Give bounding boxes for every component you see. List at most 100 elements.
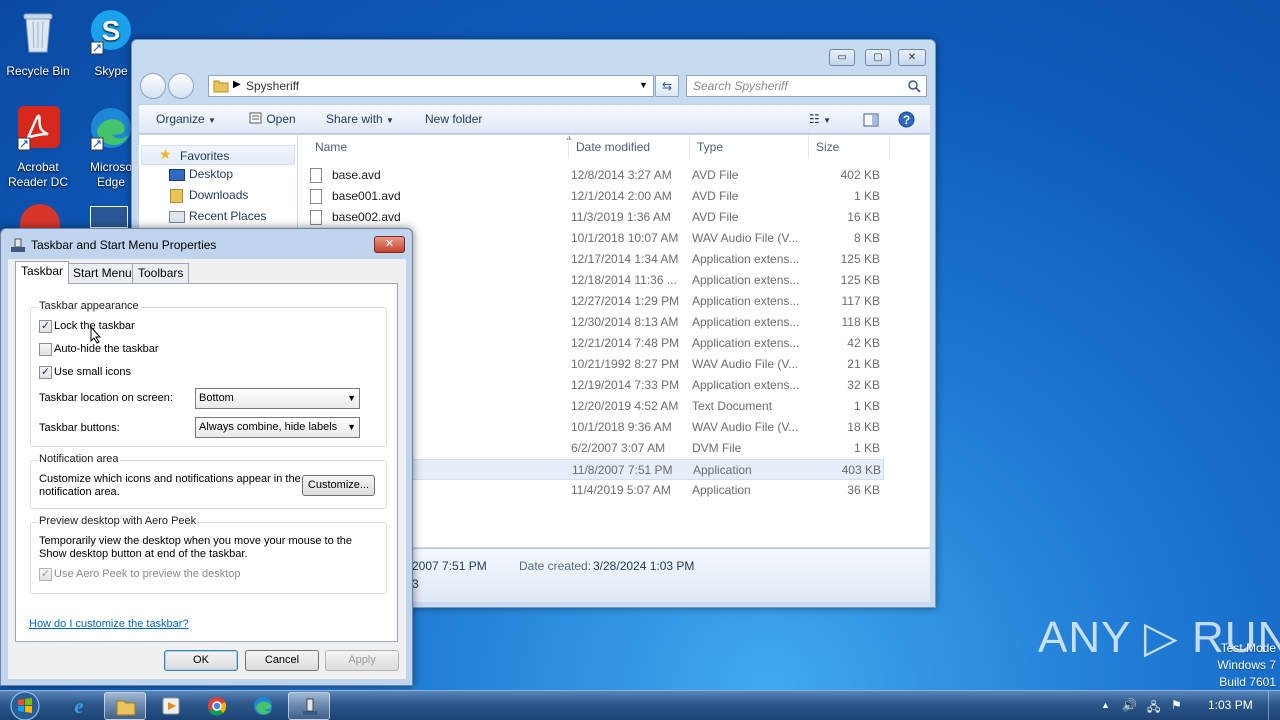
taskbar-location-select[interactable]: Bottom ▼ <box>195 388 360 409</box>
file-type: AVD File <box>692 210 739 224</box>
search-icon[interactable] <box>908 80 921 93</box>
desktop-icon-label: Acrobat <box>17 160 59 174</box>
apply-button[interactable]: Apply <box>325 650 399 671</box>
organize-button[interactable]: Organize ▼ <box>156 112 216 126</box>
internet-explorer-icon: e <box>75 696 84 718</box>
watermark-line: Windows 7 <box>1217 658 1276 672</box>
table-row[interactable]: base002.avd 11/3/2019 1:36 AM AVD File 16 K… <box>298 207 884 228</box>
navigation-pane: ★ Favorites Desktop Downloads Recent Pla… <box>139 135 297 230</box>
dialog-close-button[interactable]: ✕ <box>374 236 405 253</box>
customize-button[interactable]: Customize... <box>302 475 375 496</box>
help-link[interactable]: How do I customize the taskbar? <box>29 618 189 630</box>
media-player-icon <box>162 697 180 715</box>
auto-hide-checkbox[interactable] <box>39 343 52 356</box>
tab-taskbar[interactable]: Taskbar <box>15 261 70 284</box>
file-size: 21 KB <box>847 357 880 371</box>
network-icon[interactable]: 🖧 <box>1147 698 1160 719</box>
tab-toolbars[interactable]: Toolbars <box>132 263 190 283</box>
taskbar-windows-explorer[interactable] <box>104 692 146 720</box>
small-icons-label: Use small icons <box>54 366 132 378</box>
aero-peek-description-line2: Show desktop button at end of the taskba… <box>39 548 248 560</box>
volume-icon[interactable]: 🔊 <box>1122 698 1137 712</box>
lock-taskbar-checkbox[interactable]: ✓ <box>39 320 52 333</box>
svg-text:?: ? <box>903 113 910 127</box>
show-hidden-icons-icon[interactable]: ▲ <box>1101 700 1110 710</box>
breadcrumb[interactable]: Spysheriff <box>246 79 299 93</box>
taskbar-media-player[interactable] <box>150 692 192 720</box>
chrome-icon <box>208 697 227 716</box>
action-center-flag-icon[interactable]: ⚑ <box>1171 698 1182 712</box>
table-row[interactable]: base001.avd 12/1/2014 2:00 AM AVD File 1 KB <box>298 186 884 207</box>
notification-description-line2: notification area. <box>39 486 120 498</box>
star-icon: ★ <box>159 146 172 162</box>
column-header-name[interactable]: Name <box>309 135 569 159</box>
back-button[interactable] <box>140 73 166 99</box>
file-type: Application <box>692 483 751 497</box>
file-name: base.avd <box>332 168 381 182</box>
open-button[interactable]: Open <box>249 112 296 126</box>
watermark-line: Test Mode <box>1220 641 1276 655</box>
file-type: Application extens... <box>692 378 800 392</box>
taskbar-taskbar-properties[interactable] <box>288 692 330 720</box>
acrobat-icon <box>17 106 60 151</box>
search-input[interactable]: Search Spysheriff <box>693 79 788 93</box>
file-size: 1 KB <box>853 399 880 413</box>
forward-button[interactable] <box>168 73 194 99</box>
refresh-icon: ⇆ <box>661 79 673 93</box>
clock[interactable]: 1:03 PM <box>1208 698 1253 712</box>
taskbar-buttons-select[interactable]: Always combine, hide labels ▼ <box>195 417 360 438</box>
aero-peek-checkbox[interactable]: ✓ <box>39 568 52 581</box>
desktop-icon-recycle-bin[interactable]: Recycle Bin <box>0 8 76 79</box>
file-date: 12/19/2014 7:33 PM <box>571 378 680 392</box>
address-dropdown-icon[interactable]: ▼ <box>639 80 648 90</box>
chevron-down-icon: ▼ <box>347 422 356 432</box>
column-header-date-modified[interactable]: Date modified <box>570 135 690 159</box>
file-type: Application <box>693 463 752 477</box>
cancel-button[interactable]: Cancel <box>245 650 319 671</box>
folder-icon <box>213 80 229 93</box>
chrome-desktop-icon-partial[interactable] <box>20 204 60 228</box>
taskbar-chrome[interactable] <box>196 692 238 720</box>
taskbar-properties-dialog: Taskbar and Start Menu Properties ✕ Task… <box>0 228 413 686</box>
close-button[interactable]: ✕ <box>898 49 926 66</box>
desktop-icon-acrobat[interactable]: Acrobat Reader DC <box>0 104 76 190</box>
show-desktop-button[interactable] <box>1268 691 1280 720</box>
help-icon[interactable]: ? <box>898 111 915 128</box>
taskbar-edge[interactable] <box>242 692 284 720</box>
chevron-down-icon: ▼ <box>823 116 832 125</box>
column-header-type[interactable]: Type <box>691 135 809 159</box>
select-value: Bottom <box>199 392 234 404</box>
taskbar-internet-explorer[interactable]: e <box>58 692 100 720</box>
new-folder-button[interactable]: New folder <box>425 112 482 126</box>
column-header-size[interactable]: Size <box>810 135 890 159</box>
details-partial-value: 3 <box>412 577 419 591</box>
minimize-button[interactable]: ▭ <box>829 49 855 66</box>
search-box[interactable]: Search Spysheriff <box>686 75 927 97</box>
close-icon: ✕ <box>907 52 917 63</box>
file-date: 12/27/2014 1:29 PM <box>571 294 680 308</box>
details-modified-value: 2007 7:51 PM <box>412 559 487 573</box>
details-created-value: 3/28/2024 1:03 PM <box>593 559 695 573</box>
word-desktop-icon-partial[interactable] <box>90 206 128 228</box>
view-options-button[interactable]: ☷ ▼ <box>809 112 831 126</box>
address-bar[interactable]: ▶ Spysheriff ▼ <box>208 75 654 97</box>
nav-item-label: Desktop <box>189 167 234 181</box>
table-row[interactable]: base.avd 12/8/2014 3:27 AM AVD File 402 KB <box>298 165 884 186</box>
taskbar-properties-icon <box>11 238 25 252</box>
file-type: DVM File <box>692 441 742 455</box>
maximize-icon: ▢ <box>873 52 883 63</box>
group-title: Preview desktop with Aero Peek <box>38 515 198 527</box>
share-with-button[interactable]: Share with ▼ <box>326 112 394 126</box>
ok-button[interactable]: OK <box>164 650 238 671</box>
refresh-button[interactable]: ⇆ <box>655 75 679 97</box>
file-date: 12/30/2014 8:13 AM <box>571 315 679 329</box>
tab-start-menu[interactable]: Start Menu <box>67 263 138 283</box>
folder-icon <box>116 700 136 716</box>
maximize-button[interactable]: ▢ <box>865 49 891 66</box>
preview-pane-icon[interactable] <box>863 113 879 127</box>
svg-text:S: S <box>102 15 121 46</box>
file-size: 18 KB <box>847 420 880 434</box>
start-button[interactable] <box>4 691 46 720</box>
small-icons-checkbox[interactable]: ✓ <box>39 366 52 379</box>
nav-favorites[interactable]: ★ Favorites <box>141 145 295 165</box>
